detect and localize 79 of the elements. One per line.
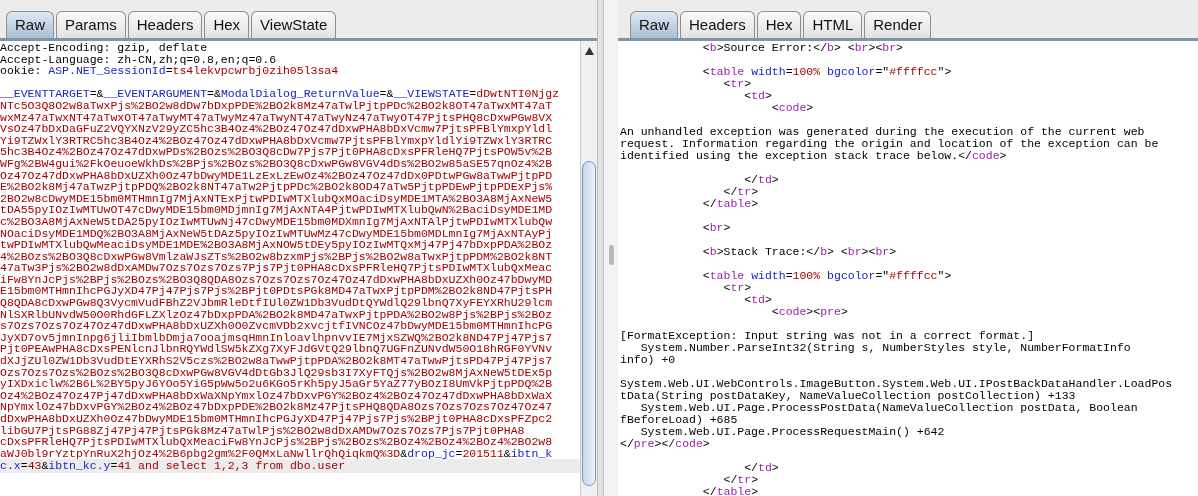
code-line: E15bm0MTHmnIhcPGJyXD47Pj47Pjs7Pjs%2BPjt0PDtsPGk8MD47aTwxPjtpPDM%2BO2k8ND47PjtsPH bbox=[0, 285, 553, 298]
tab[interactable]: Raw bbox=[6, 11, 54, 38]
code-line: </tr> bbox=[722, 474, 759, 486]
code-line: <tr> bbox=[722, 282, 752, 294]
tab[interactable]: ViewState bbox=[251, 11, 337, 38]
code-line: WFg%2BW4gui%2FkOeuoeWkhDs%2BPjs%2BOzs%2BO3Q8cDxwPGw8VGV4dDs%2BO2w85aSE57qnOz4%2B bbox=[0, 157, 553, 170]
code-line: Oz47Oz47dDxwPHA8bDxUZXh0Oz47bDwyMDE1LzExLzEwOz4%2BOz47Oz47dDx0PDtwPGw8aTwwPjtpPD bbox=[0, 169, 553, 182]
up-arrow-icon[interactable] bbox=[584, 47, 594, 55]
code-line: 47aTw3Pjs%2BO2w8dDxAMDw7Ozs7Ozs7Ozs7Pjs7Pjt0PHA8cDxsPFRleHQ7PjtsPDIwMTXlubQxMeac bbox=[0, 262, 553, 274]
code-line: 4%2BOzs%2BO3Q8cDxwPGw8VmlzaWJsZTs%2BO2w8bzxmPjs%2BPjs%2BO2w8aTwxPjtpPDM%2BO2k8NT bbox=[0, 250, 553, 263]
code-line: dDxwPHA8bDxUZXh0Oz47bDwyMDE15bm0MTHmnIhcPGJyXD47Pj47Pjs7Pjs%2BPjt0PHA8cDxsPFZpc2 bbox=[0, 413, 553, 425]
code-line: </td> bbox=[743, 462, 779, 474]
code-line: <br> bbox=[701, 222, 731, 234]
code-line: [FormatException: Input string was not in a correct format.] bbox=[620, 330, 1035, 342]
code-line: VsOz47bDxDaGFuZ2VQYXNzV29yZC5hc3B4Oz4%2BOz47Oz47dDxwPHA8bDxVcmw7PjtsPFBlYmxpYldl bbox=[0, 123, 553, 135]
code-line: tData(String postDataKey, NameValueCollection postCollection) +133 bbox=[620, 390, 1076, 402]
code-line: </tr> bbox=[722, 186, 759, 198]
code-line: <table width=100% bgcolor="#ffffcc"> bbox=[701, 270, 952, 282]
scroll-thumb[interactable] bbox=[608, 245, 614, 265]
code-line: iFw8YnJcPjs%2BPjs%2BOzs%2BO3Q8QDA8Ozs7Ozs7Ozs7Oz47Oz47dDxwPHA8bDxUZXh0Oz47bDwyMD bbox=[0, 273, 553, 286]
tab[interactable]: Headers bbox=[127, 11, 203, 38]
code-line: yIXDxiclw%2B6L%2BY5pyJ6YOo5YiG5pWw5o2u6KGo5rKh5pyJ5aGr5YaZ77yBOzI8UmVkPjtpPDQ%2B bbox=[0, 378, 553, 390]
request-editor[interactable] bbox=[0, 41, 580, 496]
code-line: <b>Source Error:</b> <br><br> bbox=[701, 42, 903, 54]
tab[interactable]: HTML bbox=[803, 11, 863, 38]
tab[interactable]: Hex bbox=[756, 11, 802, 38]
code-line: dXJjZUl0ZW1Db3VudDtEYXRhS2V5czs%2BO2w8aTwwPjtpPDA%2BO2k8MT47aTwwPjtsPD47Pj47Pjs7 bbox=[0, 355, 553, 367]
tab[interactable]: Headers bbox=[680, 11, 755, 38]
code-line: <b>Stack Trace:</b> <br><br> bbox=[701, 246, 897, 258]
code-line: Q8QDA8cDxwPGw8Q3VycmVudFBhZ2VJbmRleDtfIUl0ZW1Db3VudDtQYWdlQ29lbnQ7XyFEYXRhU29lcm bbox=[0, 297, 553, 309]
code-line: System.Web.UI.Page.ProcessRequestMain() +642 bbox=[639, 426, 945, 438]
code-line: tDA55pyIOzIwMTUwOT47cDwyMDE15bm0MDjmnIg7MjAxNTA4PjtwPDIwMTXlubQwN%2BaciDsyMDE1MD bbox=[0, 204, 553, 216]
code-line: Yi9TZWxlY3RTRC5hc3B4Oz4%2BOz47Oz47dDxwPHA8bDxVcmw7PjtsPFBlYmxpYldlYi9TZWxlY3RTRC bbox=[0, 134, 553, 147]
code-line: aWJ0bl9rYztpYnRuX2hjOz4%2B6pbg2gm%2F0QMxLaNwllrQhQiqkmQ%3D&drop_jc=201511&ibtn_k bbox=[0, 447, 553, 460]
code-line: s7Ozs7Ozs7Oz47Oz47dDxwPHA8bDxUZXh0O0ZvcmVDb2xvcjtfIVNCOz47bDwyMDE15bm0MTHmnIhcPG bbox=[0, 320, 553, 332]
code-line: c%2BO3A8MjAxNeW5tDA25pyIOzIwMTUwNj47cDwyMDE15bm0MDXmnIg7MjAxNTAlPjtwPDIwMTXlubQw bbox=[0, 215, 553, 228]
code-line: identified using the exception stack trace below.</code> bbox=[620, 150, 1007, 162]
tab[interactable]: Params bbox=[56, 11, 126, 38]
code-line: Pjt0PEAwPHA8cDxsPENlcnJlbnRQYWdlSW5kZXg7XyFJdGVtQ29lbnQ7UGFnZUNvdW50O18hRGF0YVNv bbox=[0, 343, 553, 356]
code-line: Accept-Language: zh-CN,zh;q=0.8,en;q=0.6 bbox=[0, 53, 277, 66]
tab[interactable]: Raw bbox=[630, 11, 678, 38]
code-line: <tr> bbox=[722, 78, 752, 90]
code-line: 2BO2w8cDwyMDE15bm0MTHmnIg7MjAxNTExPjtwPDIwMTXlubQxMOaciDsyMDE1MTA%2BO3A8MjAxNeW5 bbox=[0, 192, 553, 205]
tab[interactable]: Render bbox=[864, 11, 932, 38]
code-line: System.Web.UI.WebControls.ImageButton.System.Web.UI.IPostBackDataHandler.LoadPos bbox=[620, 378, 1173, 390]
code-line: Ozs7Ozs7Ozs%2BOzs%2BO3Q8cDxwPGw8VGV4dDtGb3JlQ29sb3I7XyFTQjs%2BO2w8MjAxNeW5tDEx5p bbox=[0, 366, 553, 379]
code-line: __EVENTTARGET=&__EVENTARGUMENT=&ModalDialog_ReturnValue=&__VIEWSTATE=dDwtNTI0Njgz bbox=[0, 88, 560, 100]
code-line: request. Information regarding the origin and location of the exception can be bbox=[620, 138, 1159, 150]
code-line: twPDIwMTXlubQwMeaciDsyMDE1MDE%2BO3A8MjAxNOW5tDEy5pyIOzIwMTQxMj47Pj47bDxpPDA%2BOz bbox=[0, 239, 553, 251]
code-line: E%2BO2k8Mj47aTwzPjtpPDQ%2BO2k8NT47aTw2PjtpPDc%2BO2k8OD47aTw5PjtpPDEwPjtpPDExPjs% bbox=[0, 181, 553, 193]
code-line: </pre></code> bbox=[620, 438, 710, 450]
code-line: <td> bbox=[743, 90, 772, 102]
code-line: NOaciDsyMDE1MDQ%2BO3A8MjAxNeW5tDAz5pyIOzIwMTUwMz47cDwyMDE15bm0MDLmnIg7MjAxNTAyPj bbox=[0, 227, 553, 240]
tab[interactable]: Hex bbox=[204, 11, 250, 38]
code-line: </table> bbox=[701, 198, 759, 210]
code-line: System.Web.UI.Page.ProcessPostData(NameValueCollection postData, Boolean bbox=[639, 402, 1138, 414]
code-line: NTc5O3Q8O2w8aTwxPjs%2BO2w8dDw7bDxpPDE%2BO2k8Mz47aTwlPjtpPDc%2BO2k8OT47aTwxMT47aT bbox=[0, 99, 553, 112]
code-line: cDxsPFRleHQ7PjtsPDIwMTXlubQxMeaciFw8YnJcPjs%2BPjs%2BOzs%2BOz4%2BOz4%2BOz4%2BO2w8 bbox=[0, 436, 553, 448]
code-line: </table> bbox=[701, 486, 759, 496]
code-line: <code> bbox=[770, 102, 814, 114]
scroll-thumb[interactable] bbox=[582, 161, 596, 486]
code-line: wxMz47aTwxNT47aTwxOT47aTwyMT47aTwyMz47aTwyNT47aTwyNz47aTwyOT47PjtsPHQ8cDxwPGw8VX bbox=[0, 111, 553, 124]
code-line: NlSXRlbUNvdW50O0RhdGFLZXlzOz47bDxpPDA%2BO2k8MD47aTwxPjtpPDA%2BO2w8Pjs%2BPjs%2BOz bbox=[0, 308, 553, 321]
code-line: NpYmxlOz47bDxvPGY%2BOz4%2BOz47bDxpPDE%2BO2k8Mz47PjtsPHQ8QDA8Ozs7Ozs7Ozs7Oz47Oz47 bbox=[0, 401, 553, 413]
code-line: Oz4%2BOz47Oz47Pj47dDxwPHA8bDxWaXNpYmxlOz47bDxvPGY%2BOz4%2BOz47Oz47dDxwPHA8bDxWaX bbox=[0, 389, 553, 402]
code-line: <td> bbox=[743, 294, 772, 306]
code-line: <code><pre> bbox=[770, 306, 848, 318]
code-line: Accept-Encoding: gzip, deflate bbox=[0, 42, 208, 54]
scrollbar[interactable] bbox=[580, 41, 597, 496]
code-line: ookie: ASP.NET_SessionId=ts4lekvpcwrbj0zih05l3sa4 bbox=[0, 65, 339, 77]
code-line: System.Number.ParseInt32(String s, NumberStyles style, NumberFormatInfo bbox=[639, 342, 1131, 354]
code-line: info) +0 bbox=[620, 354, 676, 366]
code-line: libGU7PjtsPG88Zj47Pj47PjtsPGk8Mz47aTwlPjs%2BO2w8dDxAMDw7Ozs7Ozs7Pjs7Pjt0PHA8 bbox=[0, 424, 525, 437]
code-line: An unhandled exception was generated during the execution of the current web bbox=[620, 126, 1145, 138]
code-line: 5hc3B4Oz4%2BOz47Oz47dDxwPDs%2BOzs%2BO3Q8cDw7Pjs7Pjt0PHA8cDxsPFRleHQ7PjtsPOW5v%2B bbox=[0, 146, 553, 158]
code-line: fBeforeLoad) +685 bbox=[620, 414, 738, 426]
code-line: JyXD7ov5jmnInpg6jliIbmlbDmja7ooajmsqHmnInloavlhpnvvIE7MjxSZWQ%2BO2k8ND47Pj47Pjs7 bbox=[0, 331, 553, 344]
code-line: <table width=100% bgcolor="#ffffcc"> bbox=[701, 66, 952, 78]
code-line: </td> bbox=[743, 174, 779, 186]
